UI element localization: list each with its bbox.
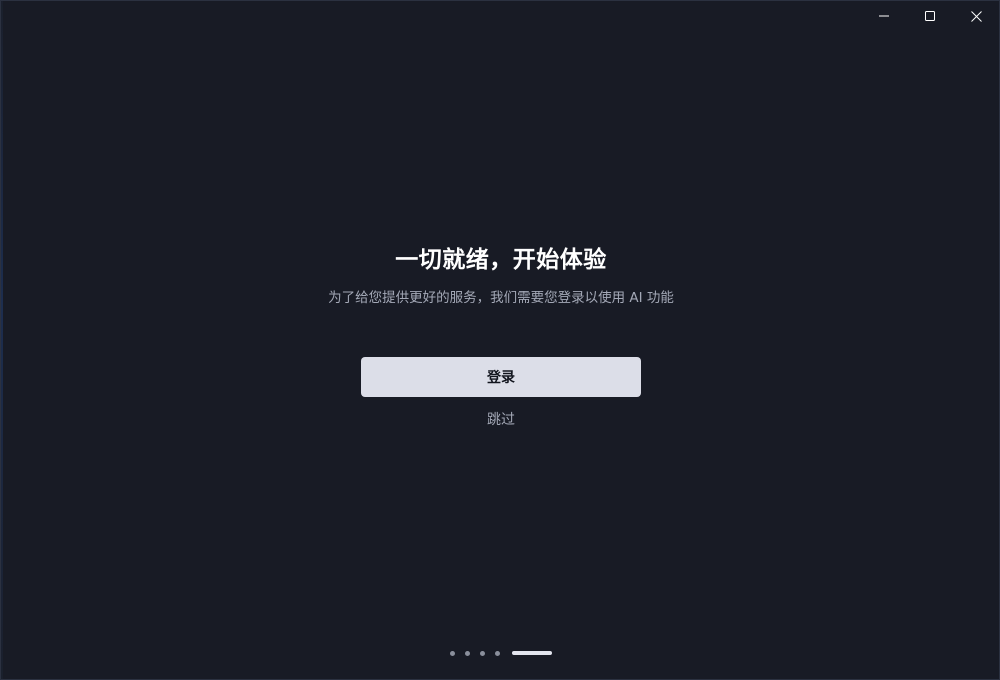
app-window: 一切就绪，开始体验 为了给您提供更好的服务，我们需要您登录以使用 AI 功能 登… xyxy=(0,0,1000,680)
onboarding-content: 一切就绪，开始体验 为了给您提供更好的服务，我们需要您登录以使用 AI 功能 登… xyxy=(1,1,999,679)
page-dot-1[interactable] xyxy=(450,650,455,656)
page-dot-4[interactable] xyxy=(495,650,500,656)
login-button[interactable]: 登录 xyxy=(361,357,641,397)
skip-link[interactable]: 跳过 xyxy=(451,409,551,431)
page-title: 一切就绪，开始体验 xyxy=(395,247,607,273)
page-dot-5-active[interactable] xyxy=(512,651,552,655)
page-dot-3[interactable] xyxy=(480,650,485,656)
page-indicator xyxy=(1,647,999,659)
page-subtitle: 为了给您提供更好的服务，我们需要您登录以使用 AI 功能 xyxy=(328,290,674,306)
login-button-label: 登录 xyxy=(487,370,515,386)
page-dot-2[interactable] xyxy=(465,650,470,656)
